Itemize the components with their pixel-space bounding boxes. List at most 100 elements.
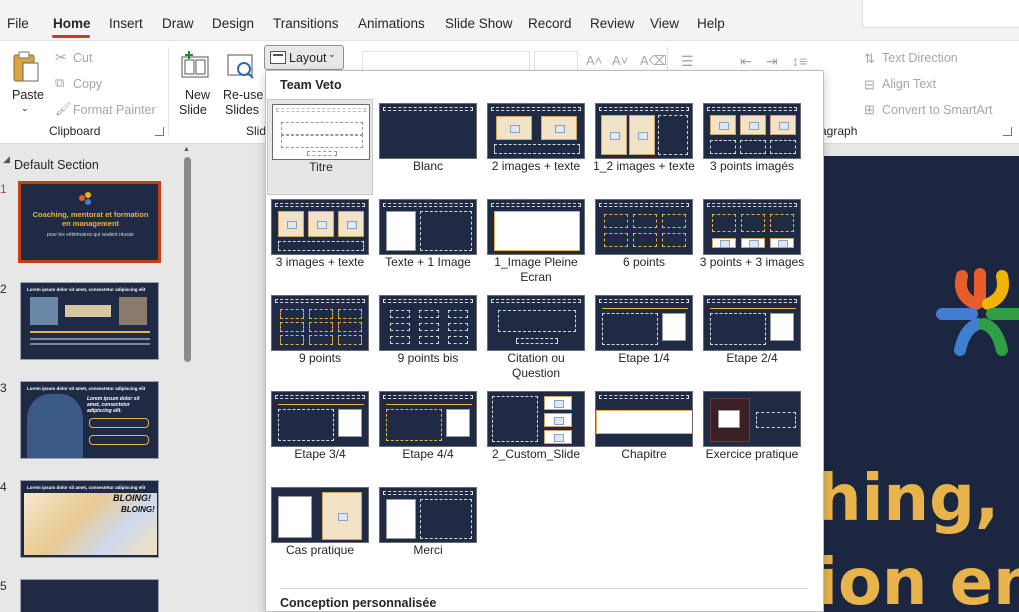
reuse-slides-label-1: Re-use	[223, 88, 264, 102]
slide-thumbnail-4[interactable]: Lorem ipsum dolor sit amet, consectetur …	[20, 480, 159, 558]
layout-etape-3-4[interactable]: Etape 3/4	[267, 387, 373, 483]
clipboard-launcher-icon[interactable]	[155, 127, 164, 136]
copy-icon: ⧉	[55, 75, 65, 90]
chevron-down-icon: ⌄	[21, 103, 29, 113]
layout-blanc[interactable]: Blanc	[375, 99, 481, 195]
new-slide-icon	[181, 51, 209, 78]
layout-3-points-3-images[interactable]: 3 points + 3 images	[699, 195, 805, 291]
layout-citation-ou-question[interactable]: Citation ou Question	[483, 291, 589, 387]
cut-button[interactable]: Cut	[73, 51, 92, 65]
layout-label: Layout	[289, 51, 327, 65]
layout-name: 3 images + texte	[275, 255, 365, 269]
layout-name: Etape 2/4	[726, 351, 778, 365]
line-spacing-icon[interactable]: ↕≡	[792, 53, 807, 69]
copy-button[interactable]: Copy	[73, 77, 102, 91]
layout-cas-pratique[interactable]: Cas pratique	[267, 483, 373, 579]
layout-etape-1-4[interactable]: Etape 1/4	[591, 291, 697, 387]
section-collapse-icon[interactable]: ◢	[3, 154, 10, 165]
layout-etape-4-4[interactable]: Etape 4/4	[375, 387, 481, 483]
layout-2-images-texte[interactable]: 2 images + texte	[483, 99, 589, 195]
layout-exercice-pratique[interactable]: Exercice pratique	[699, 387, 805, 483]
layout-9-points[interactable]: 9 points	[267, 291, 373, 387]
increase-indent-icon[interactable]: ⇥	[766, 53, 778, 70]
person-photo	[30, 297, 58, 325]
layout-name: Merci	[413, 543, 443, 557]
layout-texte-1-image[interactable]: Texte + 1 Image	[375, 195, 481, 291]
layout-etape-2-4[interactable]: Etape 2/4	[699, 291, 805, 387]
tab-home[interactable]: Home	[53, 16, 91, 31]
tab-draw[interactable]: Draw	[162, 16, 194, 31]
reuse-slides-button[interactable]: Re-use Slides	[222, 45, 264, 117]
layout-3-images-texte[interactable]: 3 images + texte	[267, 195, 373, 291]
paste-icon	[13, 51, 39, 82]
layout-3-points-images[interactable]: 3 points imagés	[699, 99, 805, 195]
slide1-subtitle: pour les vétérinaires qui veulent réussi…	[47, 232, 134, 238]
layout-button[interactable]: Layout ⌄	[264, 45, 344, 70]
layout-gallery: Team Veto Titre Blanc 2 images + texte 1	[265, 70, 824, 612]
person-photo	[27, 394, 83, 458]
bullets-icon[interactable]: ☰	[681, 53, 694, 70]
layout-9-points-bis[interactable]: 9 points bis	[375, 291, 481, 387]
paste-button[interactable]: Paste ⌄	[6, 45, 46, 117]
slide-editor[interactable]: hing, r ion en	[816, 156, 1019, 612]
layout-name: Etape 1/4	[618, 351, 670, 365]
align-text-button[interactable]: Align Text	[882, 77, 936, 91]
tab-file[interactable]: File	[7, 16, 29, 31]
layout-name: 3 points + 3 images	[699, 255, 805, 269]
search-box[interactable]	[862, 0, 1019, 28]
layout-6-points[interactable]: 6 points	[591, 195, 697, 291]
paragraph-launcher-icon[interactable]	[1003, 127, 1012, 136]
active-tab-indicator	[52, 35, 90, 38]
scrollbar-thumb[interactable]	[184, 157, 191, 362]
layout-name: Exercice pratique	[705, 447, 799, 461]
paste-label: Paste	[12, 88, 44, 102]
clipboard-group-label: Clipboard	[49, 124, 101, 138]
layout-name: Etape 3/4	[294, 447, 346, 461]
decrease-indent-icon[interactable]: ⇤	[740, 53, 752, 70]
tab-transitions[interactable]: Transitions	[273, 16, 339, 31]
layout-name: Cas pratique	[285, 543, 355, 557]
smartart-icon: ⊞	[864, 102, 875, 117]
layout-merci[interactable]: Merci	[375, 483, 481, 579]
clear-format-icon[interactable]: A⌫	[640, 53, 667, 69]
reuse-slides-label-2: Slides	[225, 103, 260, 117]
layout-titre[interactable]: Titre	[267, 99, 373, 195]
layout-name: Citation ou Question	[507, 351, 565, 380]
layout-2-custom-slide[interactable]: 2_Custom_Slide	[483, 387, 589, 483]
new-slide-button[interactable]: New Slide	[176, 45, 218, 117]
layout-name: 9 points	[298, 351, 342, 365]
tab-view[interactable]: View	[650, 16, 679, 31]
increase-font-icon[interactable]: A˄	[586, 53, 602, 68]
slide-thumbnail-2[interactable]: Lorem ipsum dolor sit amet, consectetur …	[20, 282, 159, 360]
tab-review[interactable]: Review	[590, 16, 634, 31]
format-painter-button[interactable]: Format Painter	[73, 103, 156, 117]
tab-design[interactable]: Design	[212, 16, 254, 31]
slide-thumbnail-1[interactable]: Coaching, mentorat et formation en manag…	[18, 181, 161, 263]
layout-icon	[270, 51, 286, 64]
slide-number: 1	[0, 182, 7, 196]
decrease-font-icon[interactable]: A˅	[612, 53, 628, 68]
tab-help[interactable]: Help	[697, 16, 725, 31]
layout-name: 1_Image Pleine Ecran	[494, 255, 578, 284]
slide-number: 5	[0, 579, 7, 593]
tab-slide-show[interactable]: Slide Show	[445, 16, 513, 31]
slide-thumbnail-5[interactable]	[20, 579, 159, 612]
slide-thumbnail-3[interactable]: Lorem ipsum dolor sit amet, consectetur …	[20, 381, 159, 459]
slide1-title: Coaching, mentorat et formation en manag…	[32, 210, 149, 228]
layout-name: Texte + 1 Image	[385, 255, 471, 269]
section-header[interactable]: Default Section	[14, 158, 99, 172]
tab-insert[interactable]: Insert	[109, 16, 143, 31]
scissors-icon: ✂	[55, 49, 67, 65]
layout-chapitre[interactable]: Chapitre	[591, 387, 697, 483]
text-direction-button[interactable]: Text Direction	[882, 51, 958, 65]
layout-name: 6 points	[622, 255, 666, 269]
reuse-slides-icon	[227, 54, 254, 79]
tab-record[interactable]: Record	[528, 16, 572, 31]
person-photo	[119, 297, 147, 325]
slide3-header: Lorem ipsum dolor sit amet, consectetur …	[27, 386, 146, 391]
layout-1-2-images-texte[interactable]: 1_2 images + texte	[591, 99, 697, 195]
tab-animations[interactable]: Animations	[358, 16, 425, 31]
scroll-up-icon[interactable]: ▲	[183, 146, 190, 153]
layout-1-image-pleine-ecran[interactable]: 1_Image Pleine Ecran	[483, 195, 589, 291]
convert-smartart-button[interactable]: Convert to SmartArt	[882, 103, 992, 117]
